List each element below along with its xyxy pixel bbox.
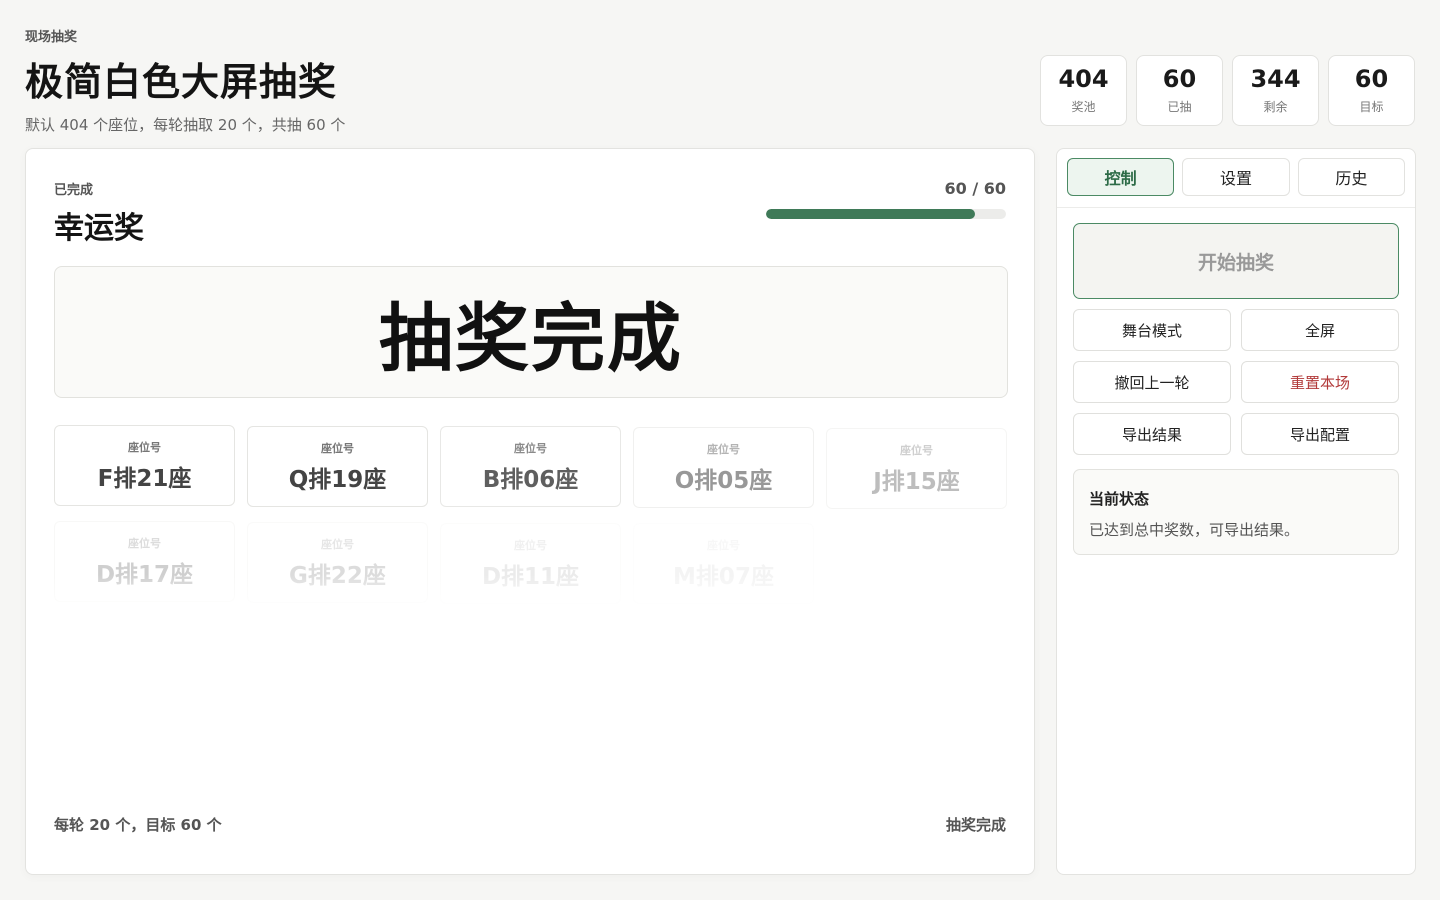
stat-value: 60 (1354, 65, 1389, 94)
stat-value: 404 (1058, 65, 1109, 94)
stat-drawn: 60 已抽 (1136, 55, 1223, 126)
seat-value: J排15座 (873, 468, 960, 495)
seat-value: B排06座 (482, 466, 579, 493)
seat-label: 座位号 (900, 443, 933, 457)
status-title: 当前状态 (1089, 490, 1150, 508)
result-text: 抽奖完成 (379, 295, 683, 382)
progress-fill (766, 209, 975, 219)
export-config-button[interactable]: 导出配置 (1241, 413, 1399, 455)
seat-label: 座位号 (707, 538, 740, 552)
panel-tabs: 控制 设置 历史 (1057, 149, 1415, 208)
seat-label: 座位号 (707, 442, 740, 456)
seat-label: 座位号 (128, 536, 161, 550)
progress-bar (766, 209, 1006, 219)
stat-remaining: 344 剩余 (1232, 55, 1319, 126)
seat-value: Q排19座 (288, 466, 387, 493)
seat-card: 座位号 F排21座 (54, 425, 235, 506)
page-header: 现场抽奖 极简白色大屏抽奖 默认 404 个座位，每轮抽取 20 个，共抽 60… (25, 26, 345, 135)
seat-card: 座位号 O排05座 (633, 427, 814, 508)
page-subtitle: 默认 404 个座位，每轮抽取 20 个，共抽 60 个 (25, 116, 346, 134)
page-eyebrow: 现场抽奖 (25, 30, 78, 45)
seat-fade-mask (54, 575, 1008, 615)
stat-value: 60 (1162, 65, 1197, 94)
prize-name: 幸运奖 (54, 211, 144, 246)
result-banner: 抽奖完成 (54, 266, 1008, 398)
seat-label: 座位号 (514, 441, 547, 455)
stat-label: 奖池 (1071, 99, 1096, 114)
seat-grid: 座位号 F排21座 座位号 Q排19座 座位号 B排06座 座位号 O排05座 座位号 J排15座… (54, 425, 1008, 615)
seat-label: 座位号 (321, 441, 354, 455)
status-box: 当前状态 已达到总中奖数，可导出结果。 (1073, 469, 1399, 555)
start-draw-button[interactable]: 开始抽奖 (1073, 223, 1399, 299)
stage-mode-button[interactable]: 舞台模式 (1073, 309, 1231, 351)
stat-target: 60 目标 (1328, 55, 1415, 126)
stat-pool: 404 奖池 (1040, 55, 1127, 126)
status-text: 已达到总中奖数，可导出结果。 (1089, 521, 1300, 539)
stage-status: 已完成 (54, 183, 94, 198)
page-title: 极简白色大屏抽奖 (25, 60, 338, 104)
export-results-button[interactable]: 导出结果 (1073, 413, 1231, 455)
tab-history[interactable]: 历史 (1297, 158, 1405, 196)
fullscreen-button[interactable]: 全屏 (1241, 309, 1399, 351)
progress-text: 60 / 60 (944, 179, 1006, 198)
seat-card: 座位号 B排06座 (440, 426, 621, 507)
seat-label: 座位号 (321, 537, 354, 551)
seat-card: 座位号 J排15座 (826, 428, 1007, 509)
round-info: 每轮 20 个，目标 60 个 (54, 816, 222, 834)
tab-settings[interactable]: 设置 (1182, 158, 1290, 196)
draw-stage: 已完成 幸运奖 60 / 60 抽奖完成 座位号 F排21座 座位号 Q排19座 座位号… (25, 148, 1035, 875)
seat-value: O排05座 (674, 467, 773, 494)
undo-round-button[interactable]: 撤回上一轮 (1073, 361, 1231, 403)
stat-label: 剩余 (1263, 99, 1288, 114)
reset-session-button[interactable]: 重置本场 (1241, 361, 1399, 403)
tab-control[interactable]: 控制 (1067, 158, 1175, 196)
seat-value: F排21座 (97, 465, 192, 492)
control-panel: 控制 设置 历史 开始抽奖 舞台模式 全屏 撤回上一轮 重置本场 导出结果 导出… (1056, 148, 1416, 875)
seat-card: 座位号 Q排19座 (247, 426, 428, 507)
seat-label: 座位号 (128, 440, 161, 454)
stage-footer-status: 抽奖完成 (945, 816, 1006, 834)
stat-value: 344 (1250, 65, 1301, 94)
seat-label: 座位号 (514, 538, 547, 552)
stat-label: 目标 (1359, 99, 1384, 114)
stats-bar: 404 奖池 60 已抽 344 剩余 60 目标 (1040, 55, 1415, 126)
stat-label: 已抽 (1167, 99, 1192, 114)
